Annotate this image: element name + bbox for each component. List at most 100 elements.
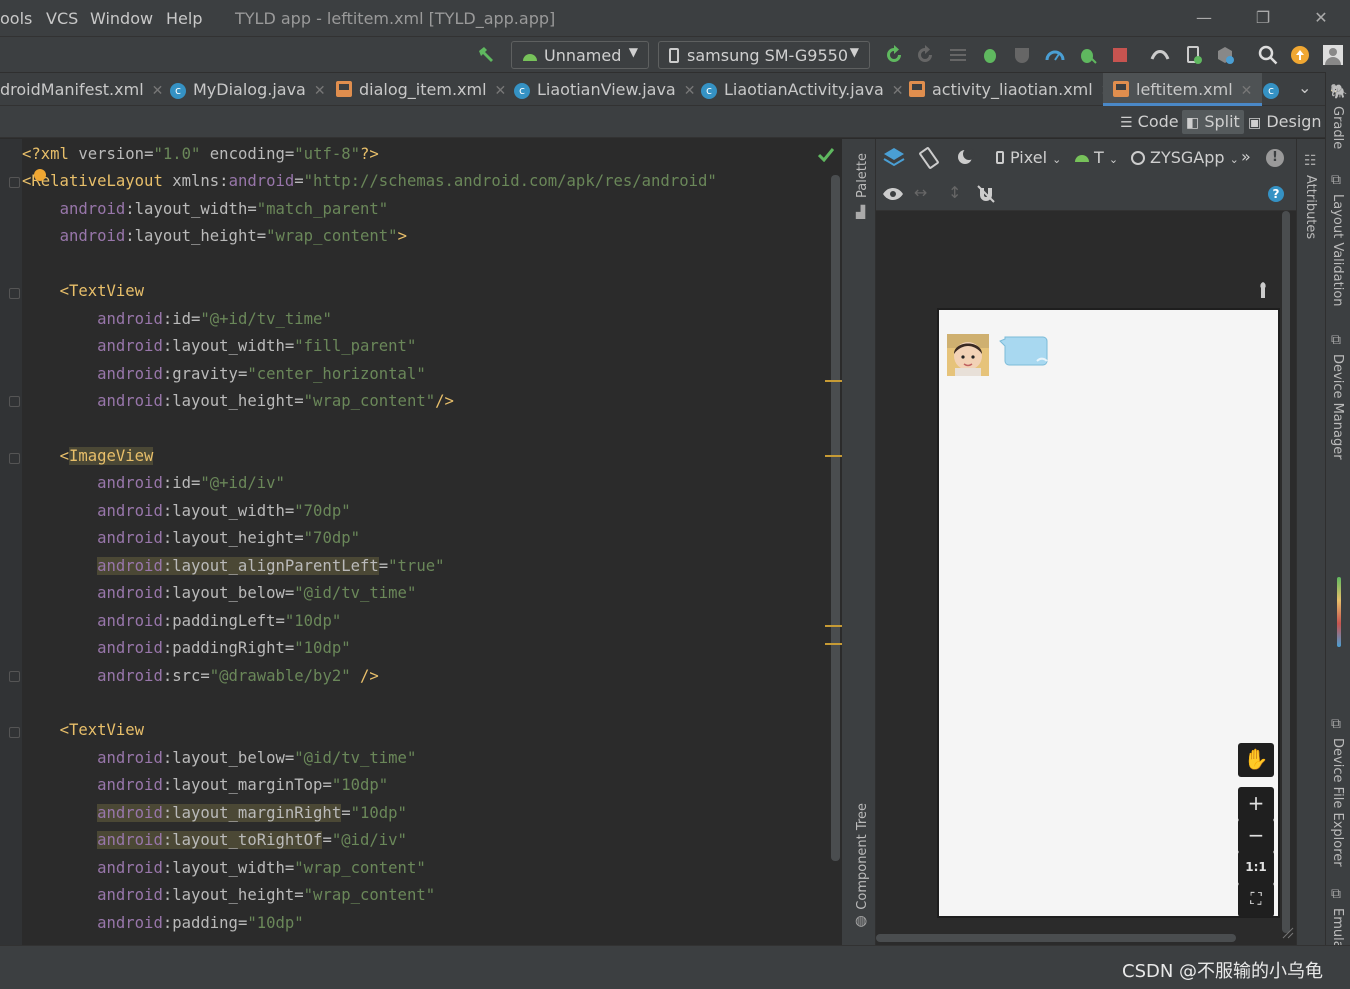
code-line: android:padding="10dp" [22,910,304,937]
tab-mydialog[interactable]: c MyDialog.java ✕ [170,73,326,106]
intention-bulb-icon[interactable] [34,169,46,181]
code-token: ?> [360,145,379,163]
code-line: android:src="@drawable/by2" /> [22,663,379,690]
fold-marker-icon[interactable] [9,177,20,188]
tab-leftitem[interactable]: leftitem.xml ✕ [1103,73,1263,106]
fold-marker-icon[interactable] [9,727,20,738]
code-token: : [162,776,173,795]
component-tree-tab[interactable]: Component Tree [855,803,870,910]
resize-wrench-icon[interactable] [1256,281,1270,299]
menu-tools[interactable]: ools [0,9,32,28]
tab-overflow[interactable]: c [1263,73,1286,106]
orientation-icon[interactable] [918,147,940,169]
close-icon[interactable]: ✕ [495,83,507,99]
palette-tab[interactable]: Palette [855,153,870,198]
tab-liaotianview[interactable]: c LiaotianView.java ✕ [514,73,695,106]
zoom-in-button[interactable]: + [1238,787,1274,821]
close-icon[interactable]: ✕ [1309,8,1333,28]
inspection-ok-check-icon[interactable] [818,148,834,162]
profile-icon[interactable] [1045,45,1065,65]
fold-marker-icon[interactable] [9,288,20,299]
device-select-dropdown[interactable]: Pixel ⌄ [996,148,1061,167]
warning-marker[interactable] [825,625,842,627]
close-icon[interactable]: ✕ [892,83,904,99]
splitter[interactable] [842,139,850,945]
close-icon[interactable]: ✕ [152,83,164,99]
sdk-manager-icon[interactable] [1215,45,1235,65]
canvas-vertical-scrollbar[interactable] [1282,211,1290,933]
menu-window[interactable]: Window [90,9,153,28]
warning-marker[interactable] [825,380,842,382]
fold-marker-icon[interactable] [9,396,20,407]
tab-liaotianactivity[interactable]: c LiaotianActivity.java ✕ [701,73,904,106]
code-mode-button[interactable]: ☰ Code [1116,110,1183,134]
layout-validation-tab[interactable]: Layout Validation [1330,194,1345,307]
build-hammer-icon[interactable] [476,45,496,65]
device-preview[interactable] [937,308,1280,918]
device-dropdown[interactable]: samsung SM-G9550 ▼ [658,41,870,69]
run-config-dropdown[interactable]: Unnamed ▼ [511,41,649,69]
fold-marker-icon[interactable] [9,671,20,682]
attributes-tab[interactable]: Attributes [1303,175,1318,239]
help-icon[interactable]: ? [1268,186,1284,202]
close-icon[interactable]: ✕ [1241,83,1253,99]
layers-icon[interactable] [882,147,906,169]
canvas-horizontal-scrollbar[interactable] [876,934,1236,942]
eye-icon[interactable] [882,186,904,202]
code-editor[interactable]: <?xml version="1.0" encoding="utf-8"?> <R… [0,139,842,945]
close-icon[interactable]: ✕ [314,83,326,99]
pan-hand-icon[interactable]: ✋ [1238,743,1274,777]
more-actions-icon[interactable]: » [1241,147,1251,166]
attach-debugger-icon[interactable] [1078,45,1098,65]
fold-marker-icon[interactable] [9,453,20,464]
theme-dropdown[interactable]: ZYSGApp ⌄ [1131,148,1239,167]
zoom-out-button[interactable]: − [1238,819,1274,853]
code-token: = [237,364,248,383]
stop-icon[interactable] [1110,45,1130,65]
avatar[interactable] [1323,45,1343,65]
editor-scrollbar[interactable] [831,175,840,861]
palette-icon: ▟ [856,205,866,219]
minimize-icon[interactable]: — [1192,8,1216,28]
split-mode-button[interactable]: ◧ Split [1182,110,1244,134]
api-level-dropdown[interactable]: T ⌄ [1074,148,1118,167]
tab-androidmanifest[interactable]: droidManifest.xml ✕ [0,73,163,106]
resize-corner-icon[interactable] [1282,927,1294,939]
chevron-down-icon: ⌄ [1052,153,1062,166]
tab-list-chevron-icon[interactable]: ⌄ [1298,71,1311,104]
search-icon[interactable] [1258,45,1278,65]
device-manager-tab[interactable]: Device Manager [1330,354,1345,460]
apply-code-changes-icon[interactable] [948,45,968,65]
device-file-explorer-tab[interactable]: Device File Explorer [1330,738,1345,867]
night-mode-icon[interactable] [956,148,976,168]
horizontal-resize-icon[interactable]: ↔ [914,183,927,202]
device-manager-toolbar-icon[interactable] [1183,45,1203,65]
close-icon[interactable]: ✕ [684,83,696,99]
gradle-tab[interactable]: Gradle [1330,106,1345,149]
menu-help[interactable]: Help [166,9,202,28]
warning-marker[interactable] [825,455,842,457]
design-mode-button[interactable]: ▣ Design [1244,110,1326,134]
warning-marker[interactable] [825,643,842,645]
code-token: android [97,337,163,356]
code-token: "http://schemas.android.com/apk/res/andr… [303,172,717,191]
issues-warning-icon[interactable]: ! [1266,149,1284,167]
code-token: = [294,886,304,905]
apply-changes-icon[interactable] [915,45,935,65]
tab-dialog-item[interactable]: dialog_item.xml ✕ [336,73,506,106]
magnet-off-icon[interactable] [977,185,995,203]
zoom-actual-size-button[interactable]: 1:1 [1238,851,1274,885]
vertical-resize-icon[interactable]: ↕ [948,183,961,202]
code-token: android [97,776,163,795]
sync-gradle-icon[interactable] [1150,45,1170,65]
rerun-icon[interactable] [884,45,904,65]
debug-bug-icon[interactable] [980,45,1000,65]
tab-activity-liaotian[interactable]: activity_liaotian.xml✕ [909,73,1112,106]
menu-vcs[interactable]: VCS [46,9,78,28]
restore-icon[interactable]: ❐ [1251,8,1275,28]
zoom-fit-icon[interactable]: ⛶ [1238,883,1274,917]
coverage-icon[interactable] [1012,45,1032,65]
memory-indicator[interactable] [1337,577,1341,647]
update-icon[interactable] [1290,45,1310,65]
